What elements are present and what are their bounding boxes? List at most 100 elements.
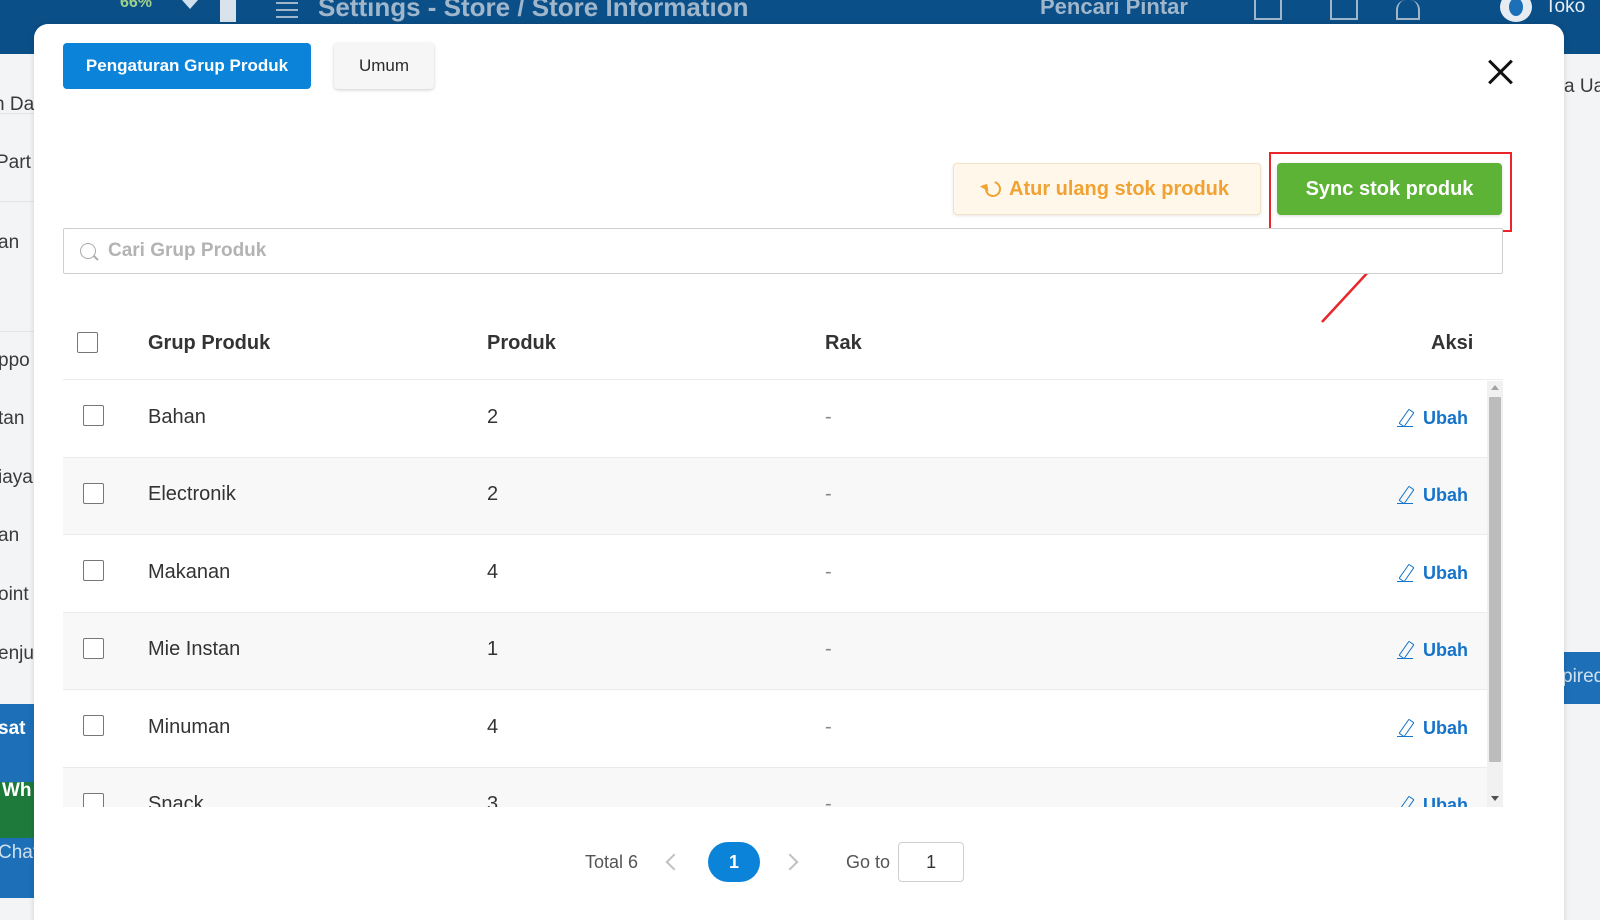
chevron-down-icon[interactable] — [182, 0, 198, 9]
table-row: Bahan 2 - Ubah — [63, 381, 1487, 458]
scroll-up-icon[interactable] — [1491, 385, 1499, 390]
row-product-count: 3 — [487, 793, 499, 807]
row-checkbox[interactable] — [83, 715, 104, 736]
column-header-product[interactable]: Produk — [487, 332, 556, 355]
row-product-count: 4 — [487, 716, 499, 738]
scroll-down-icon[interactable] — [1491, 796, 1499, 801]
page-title: Settings - Store / Store Information — [318, 0, 749, 22]
highlight-annotation-box — [1269, 152, 1512, 232]
edit-button[interactable]: Ubah — [1397, 640, 1468, 661]
background-text: a Ua — [1564, 76, 1600, 97]
reset-stock-label: Atur ulang stok produk — [1009, 177, 1229, 200]
sidebar-item-label[interactable]: tan — [0, 408, 34, 430]
goto-label: Go to — [846, 851, 891, 872]
sidebar: n Da Part an ppo tan iaya an oint enju s… — [0, 54, 34, 920]
reset-stock-button[interactable]: Atur ulang stok produk — [953, 163, 1261, 215]
edit-button[interactable]: Ubah — [1397, 408, 1468, 429]
row-group-name: Electronik — [148, 483, 236, 505]
sidebar-item-label[interactable]: enju — [0, 643, 34, 665]
row-checkbox[interactable] — [83, 483, 104, 504]
page-button-current[interactable]: 1 — [708, 842, 761, 882]
progress-percent: 66% — [120, 0, 153, 11]
edit-button[interactable]: Ubah — [1397, 485, 1468, 506]
row-product-count: 4 — [487, 561, 499, 583]
edit-label: Ubah — [1423, 718, 1468, 738]
column-header-rack[interactable]: Rak — [825, 332, 862, 355]
row-rack: - — [825, 793, 832, 807]
sidebar-item-label[interactable]: an — [0, 232, 34, 254]
pencil-icon — [1397, 797, 1413, 808]
row-product-count: 2 — [487, 483, 499, 505]
row-rack: - — [825, 561, 832, 583]
row-checkbox[interactable] — [83, 638, 104, 659]
table-row: Minuman 4 - Ubah — [63, 691, 1487, 768]
background-right-panel: a Ua pired — [1562, 54, 1600, 920]
goto-page-input[interactable] — [898, 842, 965, 882]
close-icon[interactable] — [1486, 58, 1514, 86]
table-row: Mie Instan 1 - Ubah — [63, 613, 1487, 690]
search-input[interactable] — [108, 240, 1488, 262]
sidebar-item-label[interactable]: an — [0, 525, 34, 547]
table-scrollbar[interactable] — [1487, 381, 1503, 807]
refresh-icon — [982, 178, 1004, 200]
bell-icon[interactable] — [1396, 0, 1420, 20]
row-rack: - — [825, 638, 832, 660]
edit-button[interactable]: Ubah — [1397, 563, 1468, 584]
sidebar-item-label[interactable]: Part — [0, 152, 34, 174]
table-row: Makanan 4 - Ubah — [63, 536, 1487, 613]
menu-icon[interactable] — [276, 2, 298, 18]
edit-button[interactable]: Ubah — [1397, 718, 1468, 739]
edit-label: Ubah — [1423, 640, 1468, 660]
smart-search-button[interactable]: Pencari Pintar — [1040, 0, 1188, 20]
sidebar-item-label[interactable]: Wh — [2, 780, 34, 802]
row-checkbox[interactable] — [83, 405, 104, 426]
sidebar-item-label[interactable]: iaya — [0, 467, 34, 489]
scroll-thumb[interactable] — [1489, 397, 1501, 762]
sidebar-item-label[interactable]: n Da — [0, 94, 34, 116]
store-name: Toko — [1545, 0, 1586, 17]
row-checkbox[interactable] — [83, 793, 104, 807]
edit-label: Ubah — [1423, 563, 1468, 583]
sidebar-item-label[interactable]: oint — [0, 584, 34, 606]
store-icon[interactable] — [1254, 0, 1282, 20]
pagination: Total 6 1 Go to — [585, 841, 965, 883]
pencil-icon — [1397, 410, 1413, 428]
table-header: Grup Produk Produk Rak Aksi — [63, 306, 1503, 380]
select-all-checkbox[interactable] — [77, 332, 98, 353]
row-checkbox[interactable] — [83, 560, 104, 581]
column-header-action: Aksi — [1431, 332, 1474, 354]
sidebar-item-label[interactable]: ppo — [0, 350, 34, 372]
pagination-total: Total 6 — [585, 851, 639, 872]
table-row: Electronik 2 - Ubah — [63, 458, 1487, 535]
pencil-icon — [1397, 642, 1413, 660]
tab-general[interactable]: Umum — [334, 43, 434, 89]
chevron-left-icon[interactable] — [665, 853, 683, 871]
pencil-icon — [1397, 720, 1413, 738]
expired-badge-label: pired — [1562, 666, 1600, 687]
edit-button[interactable]: Ubah — [1397, 795, 1468, 807]
pencil-icon — [1397, 565, 1413, 583]
search-field[interactable] — [63, 228, 1503, 274]
tab-product-group-settings[interactable]: Pengaturan Grup Produk — [63, 43, 311, 89]
product-group-modal: Pengaturan Grup Produk Umum Atur ulang s… — [34, 24, 1564, 920]
sidebar-item-label[interactable]: sat — [0, 718, 34, 740]
header-divider — [220, 0, 236, 22]
sidebar-highlight[interactable] — [0, 704, 34, 782]
calendar-icon[interactable] — [1330, 0, 1358, 20]
sidebar-item[interactable] — [0, 202, 34, 332]
avatar[interactable] — [1500, 0, 1532, 22]
column-header-group[interactable]: Grup Produk — [148, 332, 270, 355]
row-rack: - — [825, 716, 832, 738]
row-group-name: Makanan — [148, 561, 231, 583]
chevron-right-icon[interactable] — [781, 853, 799, 871]
pencil-icon — [1397, 487, 1413, 505]
sidebar-item-label[interactable]: Chat — [0, 842, 34, 864]
row-rack: - — [825, 483, 832, 505]
row-product-count: 1 — [487, 638, 499, 660]
row-group-name: Snack — [148, 793, 204, 807]
edit-label: Ubah — [1423, 795, 1468, 807]
row-group-name: Minuman — [148, 716, 231, 738]
row-product-count: 2 — [487, 406, 499, 428]
table-body: Bahan 2 - Ubah Electronik 2 - Ubah Makan… — [63, 381, 1503, 807]
row-group-name: Bahan — [148, 406, 206, 428]
